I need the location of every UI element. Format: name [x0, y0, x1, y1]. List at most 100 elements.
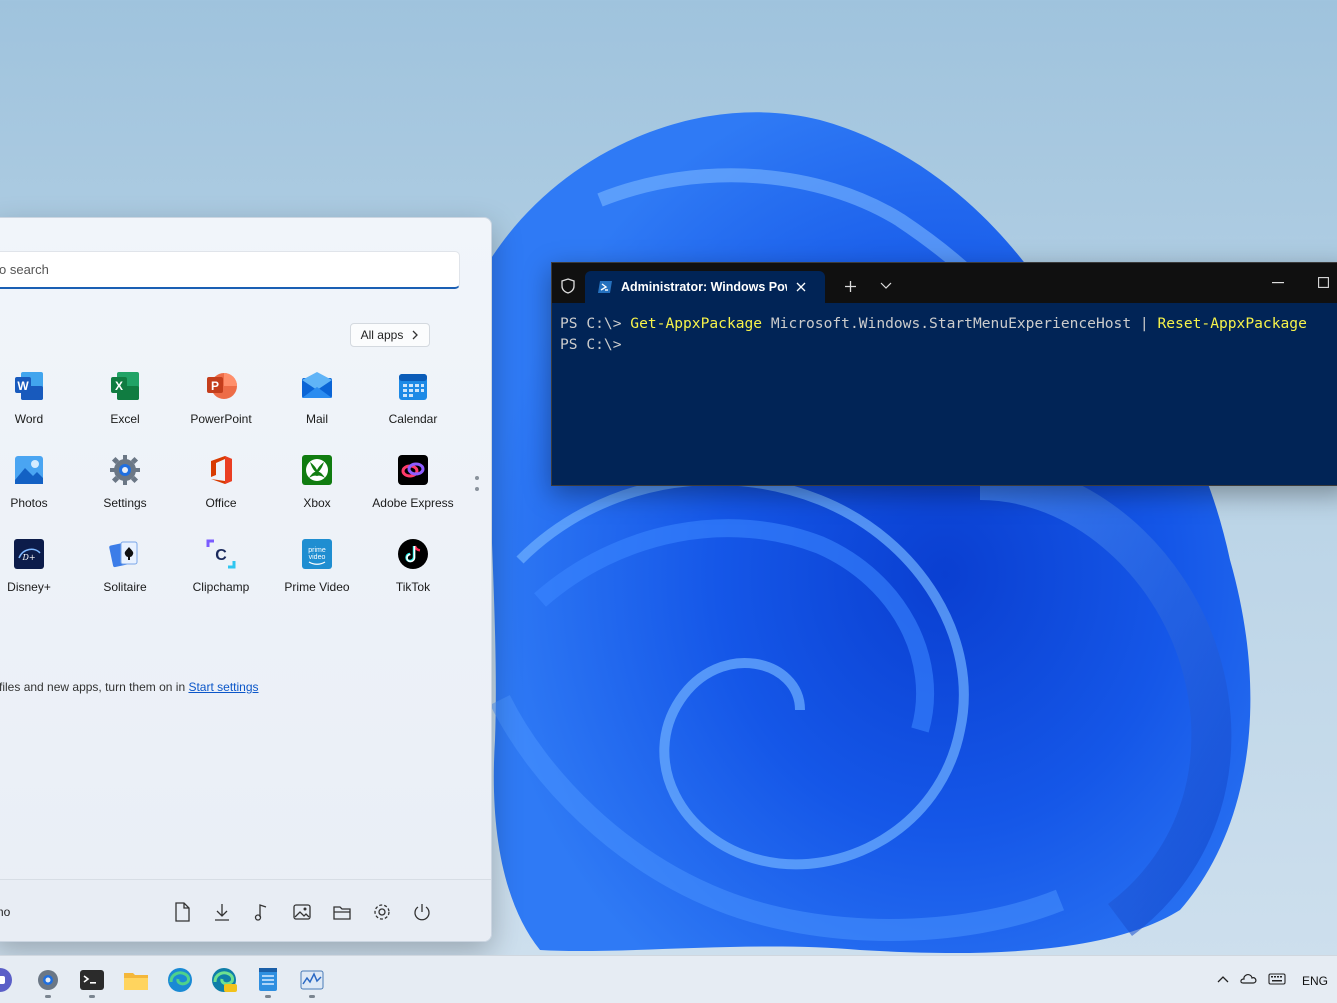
start-footer: emo	[0, 879, 491, 941]
settings-icon[interactable]	[371, 901, 393, 923]
notepad-icon[interactable]	[254, 966, 282, 994]
app-tile-settings[interactable]: Settings	[80, 454, 170, 524]
adobe-express-icon	[397, 454, 429, 486]
app-label: Solitaire	[103, 580, 147, 594]
settings-gear-icon	[109, 454, 141, 486]
app-label: PowerPoint	[190, 412, 252, 426]
start-settings-link[interactable]: Start settings	[188, 680, 258, 694]
app-tile-prime-video[interactable]: prime video Prime Video	[272, 538, 362, 608]
office-icon	[205, 454, 237, 486]
chevron-up-icon[interactable]	[1217, 975, 1229, 983]
excel-icon: X	[109, 370, 141, 402]
argument-text: Microsoft.Windows.StartMenuExperienceHos…	[762, 315, 1158, 332]
search-input[interactable]: o search	[0, 251, 460, 289]
recommended-message: cent files and new apps, turn them on in…	[0, 680, 259, 694]
close-tab-icon[interactable]	[795, 281, 807, 293]
app-tile-solitaire[interactable]: Solitaire	[80, 538, 170, 608]
file-explorer-icon[interactable]	[331, 901, 353, 923]
chevron-right-icon	[412, 330, 419, 340]
keyboard-icon[interactable]	[1268, 973, 1286, 985]
svg-text:D+: D+	[21, 553, 35, 562]
running-indicator	[309, 995, 315, 998]
page-dots-icon[interactable]	[474, 475, 480, 495]
download-icon[interactable]	[211, 901, 233, 923]
file-explorer-icon[interactable]	[122, 966, 150, 994]
svg-text:W: W	[17, 379, 29, 393]
chevron-down-icon[interactable]	[880, 282, 892, 290]
mail-icon	[301, 370, 333, 402]
search-placeholder: o search	[0, 262, 49, 277]
input-language-indicator[interactable]: ENG	[1302, 974, 1328, 988]
tiktok-icon	[397, 538, 429, 570]
task-manager-icon[interactable]	[298, 966, 326, 994]
app-label: Calendar	[388, 412, 438, 426]
powershell-icon	[598, 281, 612, 293]
edge-canary-icon[interactable]	[210, 966, 238, 994]
edge-icon[interactable]	[166, 966, 194, 994]
app-label: Photos	[10, 496, 48, 510]
app-tile-mail[interactable]: Mail	[272, 370, 362, 440]
app-tile-powerpoint[interactable]: P PowerPoint	[176, 370, 266, 440]
new-tab-icon[interactable]	[844, 280, 857, 293]
terminal-window[interactable]: Administrator: Windows PowerShell PS C:\…	[551, 262, 1337, 486]
app-label: Xbox	[303, 496, 331, 510]
running-indicator	[89, 995, 95, 998]
disney-plus-icon: D+	[13, 538, 45, 570]
recommended-message-text: cent files and new apps, turn them on in	[0, 680, 186, 694]
settings-icon[interactable]	[34, 966, 62, 994]
terminal-line-1: PS C:\> Get-AppxPackage Microsoft.Window…	[560, 313, 1307, 334]
all-apps-button[interactable]: All apps	[350, 323, 430, 347]
app-label: Prime Video	[284, 580, 350, 594]
minimize-icon[interactable]	[1272, 282, 1284, 284]
tab-powershell[interactable]: Administrator: Windows PowerShell	[585, 271, 825, 303]
word-icon: W	[13, 370, 45, 402]
prompt-text: PS C:\>	[560, 336, 622, 353]
music-icon[interactable]	[251, 901, 273, 923]
all-apps-label: All apps	[360, 328, 404, 342]
running-indicator	[265, 995, 271, 998]
app-label: Office	[205, 496, 237, 510]
command-text: Reset-AppxPackage	[1157, 315, 1307, 332]
powerpoint-icon: P	[205, 370, 237, 402]
start-menu: o search All apps W Word X Excel P Power…	[0, 217, 492, 942]
app-label: Excel	[110, 412, 140, 426]
app-label: Clipchamp	[192, 580, 250, 594]
app-label: Disney+	[7, 580, 51, 594]
power-icon[interactable]	[411, 901, 433, 923]
solitaire-icon	[109, 538, 141, 570]
svg-text:C: C	[215, 547, 227, 564]
maximize-icon[interactable]	[1318, 277, 1329, 288]
app-tile-tiktok[interactable]: TikTok	[368, 538, 458, 608]
terminal-titlebar[interactable]: Administrator: Windows PowerShell	[552, 263, 1337, 303]
app-label: Mail	[305, 412, 328, 426]
taskbar: ENG	[0, 955, 1337, 1003]
svg-text:P: P	[211, 379, 219, 393]
app-tile-clipchamp[interactable]: C Clipchamp	[176, 538, 266, 608]
photos-icon	[13, 454, 45, 486]
app-label: TikTok	[395, 580, 431, 594]
app-tile-calendar[interactable]: Calendar	[368, 370, 458, 440]
command-text: Get-AppxPackage	[630, 315, 763, 332]
prime-video-icon: prime video	[301, 538, 333, 570]
app-tile-office[interactable]: Office	[176, 454, 266, 524]
svg-text:video: video	[309, 554, 326, 561]
app-tile-adobe-express[interactable]: Adobe Express	[368, 454, 458, 524]
app-label: Settings	[103, 496, 147, 510]
terminal-icon[interactable]	[78, 966, 106, 994]
document-icon[interactable]	[171, 901, 193, 923]
xbox-icon	[301, 454, 333, 486]
user-account-button[interactable]: emo	[0, 905, 10, 919]
running-indicator	[45, 995, 51, 998]
onedrive-icon[interactable]	[1239, 972, 1257, 984]
app-tile-excel[interactable]: X Excel	[80, 370, 170, 440]
svg-text:X: X	[115, 379, 123, 393]
app-tile-xbox[interactable]: Xbox	[272, 454, 362, 524]
app-label: Word	[14, 412, 44, 426]
app-tile-disney-plus[interactable]: D+ Disney+	[0, 538, 74, 608]
app-tile-word[interactable]: W Word	[0, 370, 74, 440]
pictures-icon[interactable]	[291, 901, 313, 923]
terminal-output[interactable]: PS C:\> Get-AppxPackage Microsoft.Window…	[560, 313, 1307, 355]
app-tile-photos[interactable]: Photos	[0, 454, 74, 524]
app-label: Adobe Express	[372, 496, 454, 510]
teams-icon[interactable]	[0, 966, 14, 994]
